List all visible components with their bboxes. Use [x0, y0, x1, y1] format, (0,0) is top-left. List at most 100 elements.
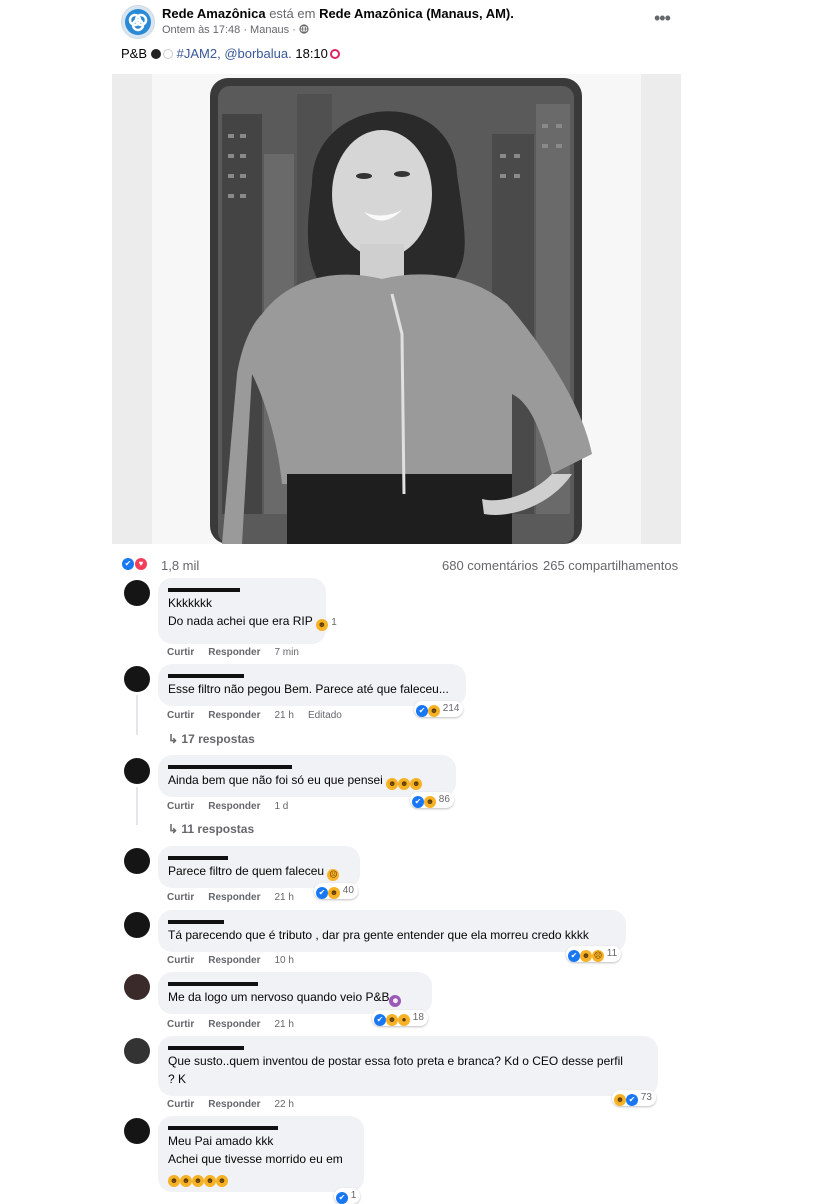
comment-actions: Curtir Responder 21 h Editado [167, 710, 342, 721]
commenter-name-redacted[interactable] [168, 916, 616, 926]
comment-text: Ainda bem que não foi só eu que pensei ☻… [168, 771, 446, 790]
comment-text: ? K [168, 1072, 187, 1086]
laughing-emoji-icon: ☻ [204, 1175, 216, 1187]
caption-time: 18:10 [295, 46, 328, 61]
thread-line [136, 695, 138, 735]
grimacing-emoji-icon: ☻ [389, 995, 402, 1007]
page-name-link[interactable]: Rede Amazônica [162, 6, 266, 21]
comment-actions: Curtir Responder 21 h [167, 892, 294, 903]
comment-time[interactable]: 10 h [274, 955, 293, 966]
reaction-pill[interactable]: ✔ ☻ 86 [410, 792, 454, 808]
comment-time[interactable]: 21 h [274, 892, 293, 903]
avatar[interactable] [124, 848, 150, 874]
comment-text: Achei que tivesse morrido eu em [168, 1152, 343, 1166]
comment-text: Do nada achei que era RIP ☻ 1 [168, 612, 337, 632]
rede-amazonica-logo-icon [125, 9, 151, 35]
reaction-pill[interactable]: ✔ ☻ ☹ 11 [566, 946, 622, 962]
comment-actions: Curtir Responder 21 h [167, 1019, 294, 1030]
avatar[interactable] [124, 912, 150, 938]
haha-reaction-icon: ☻ [328, 887, 340, 899]
caption-tags[interactable]: #JAM2, @borbalua. [177, 46, 292, 61]
like-reaction-icon: ✔ [374, 1014, 386, 1026]
more-options-icon[interactable]: ••• [654, 8, 671, 29]
reaction-count[interactable]: 1 [331, 617, 337, 628]
grinning-emoji-icon: ☻ [386, 778, 399, 790]
comment-bubble: Me da logo um nervoso quando veio P&B ☻ [158, 972, 432, 1014]
reply-link[interactable]: Responder [208, 955, 260, 966]
reply-link[interactable]: Responder [208, 710, 260, 721]
like-link[interactable]: Curtir [167, 710, 194, 721]
post-time[interactable]: Ontem às 17:48 · Manaus · [162, 24, 296, 36]
reply-link[interactable]: Responder [208, 647, 260, 658]
laughing-emoji-icon: ☻ [192, 1175, 204, 1187]
like-link[interactable]: Curtir [167, 892, 194, 903]
replies-count: 11 respostas [181, 822, 255, 836]
comment-text: Que susto..quem inventou de postar essa … [168, 1054, 623, 1068]
commenter-name-redacted[interactable] [168, 1122, 354, 1132]
like-link[interactable]: Curtir [167, 1099, 194, 1110]
location-link[interactable]: Rede Amazônica (Manaus, AM). [319, 6, 514, 21]
avatar[interactable] [124, 1038, 150, 1064]
comment-time[interactable]: 1 d [274, 801, 288, 812]
caption-prefix: P&B [121, 46, 148, 61]
avatar[interactable] [124, 758, 150, 784]
comments-count[interactable]: 680 comentários [442, 558, 538, 573]
reaction-pill[interactable]: ☻ ✔ 73 [612, 1090, 656, 1106]
view-replies-link[interactable]: ↳ 17 respostas [168, 732, 255, 746]
comment-bubble: Que susto..quem inventou de postar essa … [158, 1036, 658, 1096]
commenter-name-redacted[interactable] [168, 1042, 648, 1052]
comment-text: Me da logo um nervoso quando veio P&B ☻ [168, 988, 422, 1007]
comment-bubble: Esse filtro não pegou Bem. Parece até qu… [158, 664, 466, 706]
comment-bubble: Tá parecendo que é tributo , dar pra gen… [158, 910, 626, 952]
avatar[interactable] [124, 974, 150, 1000]
comment-bubble: Meu Pai amado kkk Achei que tivesse morr… [158, 1116, 364, 1192]
comment-text-line: Parece filtro de quem faleceu [168, 864, 325, 878]
reply-arrow-icon: ↳ [168, 732, 179, 746]
like-link[interactable]: Curtir [167, 955, 194, 966]
reply-link[interactable]: Responder [208, 801, 260, 812]
like-link[interactable]: Curtir [167, 647, 194, 658]
comment-time[interactable]: 7 min [274, 647, 298, 658]
white-circle-icon [163, 49, 174, 59]
avatar[interactable] [124, 1118, 150, 1144]
like-link[interactable]: Curtir [167, 801, 194, 812]
like-reaction-icon: ✔ [412, 796, 424, 808]
comment-bubble: Kkkkkkk Do nada achei que era RIP ☻ 1 [158, 578, 337, 644]
commenter-name-redacted[interactable] [168, 852, 350, 862]
reaction-count: 11 [606, 948, 618, 959]
page-avatar[interactable] [121, 5, 155, 39]
like-reaction-icon: ✔ [316, 887, 328, 899]
reply-link[interactable]: Responder [208, 1099, 260, 1110]
haha-reaction-icon: ☻ [428, 705, 440, 717]
comment-text-line: Do nada achei que era RIP [168, 614, 313, 628]
commenter-name-redacted[interactable] [168, 670, 456, 680]
reaction-pill[interactable]: ✔ ☻ 214 [414, 701, 464, 717]
comment-text-line: Me da logo um nervoso quando veio P&B [168, 990, 390, 1004]
comment-text: Tá parecendo que é tributo , dar pra gen… [168, 928, 589, 942]
view-replies-link[interactable]: ↳ 11 respostas [168, 822, 254, 836]
comment-time[interactable]: 22 h [274, 1099, 293, 1110]
commenter-name-redacted[interactable] [168, 584, 316, 594]
reply-link[interactable]: Responder [208, 892, 260, 903]
reactions-count[interactable]: 1,8 mil [161, 558, 199, 573]
reaction-count: 214 [442, 703, 460, 714]
comment-time[interactable]: 21 h [274, 710, 293, 721]
commenter-name-redacted[interactable] [168, 978, 422, 988]
black-circle-icon [151, 49, 162, 59]
avatar[interactable] [124, 666, 150, 692]
like-reaction-icon: ✔ [416, 705, 428, 717]
like-link[interactable]: Curtir [167, 1019, 194, 1030]
shares-count[interactable]: 265 compartilhamentos [543, 558, 678, 573]
avatar[interactable] [124, 580, 150, 606]
reaction-count: 73 [640, 1092, 652, 1103]
commenter-name-redacted[interactable] [168, 761, 446, 771]
sad-reaction-icon: ☹ [592, 950, 604, 962]
reply-link[interactable]: Responder [208, 1019, 260, 1030]
reaction-pill[interactable]: ✔ ☻ 40 [314, 883, 358, 899]
post-photo[interactable] [112, 74, 681, 544]
comment-time[interactable]: 21 h [274, 1019, 293, 1030]
thread-line [136, 787, 138, 825]
reaction-pill[interactable]: ✔ 1 [334, 1188, 361, 1204]
reaction-pill[interactable]: ✔ ☻ ● 18 [372, 1010, 428, 1026]
laughing-emoji-icon: ☻ [216, 1175, 228, 1187]
